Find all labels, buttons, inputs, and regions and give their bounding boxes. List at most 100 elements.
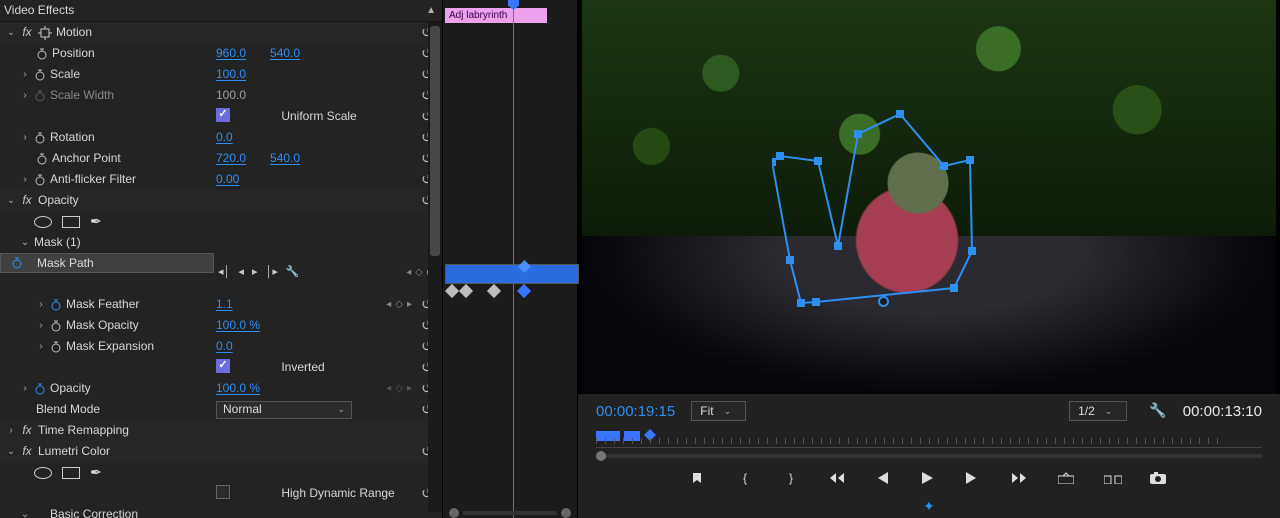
- disclosure-icon[interactable]: ›: [34, 298, 48, 312]
- disclosure-icon[interactable]: ⌄: [18, 236, 32, 250]
- expansion-value[interactable]: 0.0: [216, 338, 233, 355]
- lift-icon[interactable]: [1058, 472, 1076, 484]
- bracket-out-icon[interactable]: }: [782, 470, 800, 487]
- feather-value[interactable]: 1.1: [216, 296, 233, 313]
- track-back-kf-icon[interactable]: ◂│: [218, 265, 230, 280]
- program-monitor[interactable]: [582, 0, 1276, 394]
- disclosure-icon[interactable]: ›: [18, 173, 32, 187]
- hdr-checkbox[interactable]: [216, 485, 230, 499]
- stopwatch-icon[interactable]: [32, 382, 48, 396]
- add-kf-icon[interactable]: ◇: [395, 382, 403, 396]
- next-kf-icon[interactable]: ▸: [407, 298, 412, 312]
- opacity-value[interactable]: 100.0 %: [216, 380, 260, 397]
- go-to-in-icon[interactable]: [828, 472, 846, 484]
- disclosure-icon[interactable]: ⌄: [18, 508, 32, 518]
- inverted-checkbox[interactable]: ✓: [216, 359, 230, 373]
- track-play-icon[interactable]: ▸: [252, 265, 258, 280]
- settings-icon[interactable]: 🔧: [1149, 401, 1166, 421]
- lumetri-basic-correction[interactable]: ⌄ Basic Correction: [0, 504, 442, 518]
- stopwatch-icon[interactable]: [32, 131, 48, 145]
- go-to-out-icon[interactable]: [1012, 472, 1030, 484]
- stopwatch-icon[interactable]: [34, 47, 50, 61]
- stopwatch-icon[interactable]: [48, 319, 64, 333]
- effect-lumetri[interactable]: ⌄ fx Lumetri Color ↺: [0, 441, 442, 462]
- disclosure-icon[interactable]: ›: [18, 89, 32, 103]
- step-fwd-icon[interactable]: [966, 472, 984, 484]
- mask-path-keyframe-bar[interactable]: [445, 264, 579, 284]
- disclosure-icon[interactable]: ›: [18, 68, 32, 82]
- anchor-x[interactable]: 720.0: [216, 150, 246, 167]
- rect-mask-icon[interactable]: [62, 216, 80, 228]
- track-settings-icon[interactable]: 🔧: [286, 265, 300, 280]
- stopwatch-icon[interactable]: [32, 173, 48, 187]
- fx-badge-icon[interactable]: fx: [18, 192, 36, 209]
- blend-mode-select[interactable]: Normal⌄: [216, 401, 352, 419]
- next-kf-icon[interactable]: ▸: [407, 382, 412, 396]
- disclosure-icon[interactable]: ⌄: [4, 445, 18, 459]
- stopwatch-icon[interactable]: [48, 298, 64, 312]
- prop-blend-mode: Blend Mode Normal⌄ ↺: [0, 399, 442, 420]
- zoom-select[interactable]: Fit⌄: [691, 401, 746, 421]
- fx-badge-icon[interactable]: fx: [18, 443, 36, 460]
- position-y[interactable]: 540.0: [270, 45, 300, 62]
- effect-opacity[interactable]: ⌄ fx Opacity ↺: [0, 190, 442, 211]
- pen-mask-icon[interactable]: ✒: [90, 463, 102, 483]
- disclosure-icon[interactable]: ⌄: [4, 194, 18, 208]
- antiflicker-value[interactable]: 0.00: [216, 171, 239, 188]
- keyframe-timeline[interactable]: Adj labryrinth: [442, 0, 578, 518]
- playhead-line: [513, 0, 514, 518]
- mask-group[interactable]: ⌄ Mask (1): [0, 232, 442, 253]
- mask-center-handle[interactable]: [878, 296, 889, 307]
- clip-bar[interactable]: Adj labryrinth: [445, 8, 547, 23]
- mini-timeline[interactable]: [578, 428, 1280, 460]
- keyframe-diamond[interactable]: [445, 284, 459, 298]
- disclosure-icon[interactable]: ›: [34, 340, 48, 354]
- disclosure-icon[interactable]: ›: [4, 424, 18, 438]
- mark-in-icon[interactable]: [690, 471, 708, 485]
- panel-menu-icon[interactable]: ▲: [426, 4, 436, 18]
- rect-mask-icon[interactable]: [62, 467, 80, 479]
- quality-select[interactable]: 1/2⌄: [1069, 401, 1127, 421]
- scale-value[interactable]: 100.0: [216, 66, 246, 83]
- horizontal-scrollbar[interactable]: [449, 508, 571, 518]
- add-kf-icon[interactable]: ◇: [395, 298, 403, 312]
- fx-badge-icon[interactable]: fx: [18, 24, 36, 41]
- prev-kf-icon[interactable]: ◂: [386, 298, 391, 312]
- step-back-icon[interactable]: [874, 472, 892, 484]
- extract-icon[interactable]: [1104, 472, 1122, 484]
- stopwatch-icon[interactable]: [32, 68, 48, 82]
- stopwatch-icon[interactable]: [48, 340, 64, 354]
- rotation-value[interactable]: 0.0: [216, 129, 233, 146]
- add-kf-icon[interactable]: ◇: [415, 266, 423, 280]
- track-back-icon[interactable]: ◂: [238, 265, 244, 280]
- keyframe-diamond[interactable]: [459, 284, 473, 298]
- play-icon[interactable]: [920, 471, 938, 485]
- current-timecode[interactable]: 00:00:19:15: [596, 401, 675, 422]
- prev-kf-icon[interactable]: ◂: [386, 382, 391, 396]
- effect-motion[interactable]: ⌄ fx Motion ↺: [0, 22, 442, 43]
- stopwatch-icon[interactable]: [34, 152, 50, 166]
- track-fwd-icon[interactable]: │▸: [265, 265, 277, 280]
- disclosure-icon[interactable]: ›: [18, 382, 32, 396]
- prev-kf-icon[interactable]: ◂: [406, 266, 411, 280]
- ellipse-mask-icon[interactable]: [34, 216, 52, 228]
- uniform-scale-checkbox[interactable]: ✓: [216, 108, 230, 122]
- disclosure-icon[interactable]: ›: [18, 131, 32, 145]
- keyframe-diamond[interactable]: [517, 284, 531, 298]
- vertical-scrollbar[interactable]: [428, 22, 442, 512]
- keyframe-diamond[interactable]: [487, 284, 501, 298]
- mask-opacity-value[interactable]: 100.0 %: [216, 317, 260, 334]
- ellipse-mask-icon[interactable]: [34, 467, 52, 479]
- position-x[interactable]: 960.0: [216, 45, 246, 62]
- anchor-y[interactable]: 540.0: [270, 150, 300, 167]
- add-button-icon[interactable]: ✦: [923, 497, 935, 517]
- pen-mask-icon[interactable]: ✒: [90, 212, 102, 232]
- fx-badge-icon[interactable]: fx: [18, 422, 36, 439]
- effect-time-remapping[interactable]: › fx Time Remapping: [0, 420, 442, 441]
- motion-transform-icon[interactable]: [36, 26, 54, 40]
- export-frame-icon[interactable]: [1150, 472, 1168, 484]
- bracket-in-icon[interactable]: {: [736, 470, 754, 487]
- disclosure-icon[interactable]: ⌄: [4, 26, 18, 40]
- disclosure-icon[interactable]: ›: [34, 319, 48, 333]
- zoom-scrubber[interactable]: [596, 454, 1262, 458]
